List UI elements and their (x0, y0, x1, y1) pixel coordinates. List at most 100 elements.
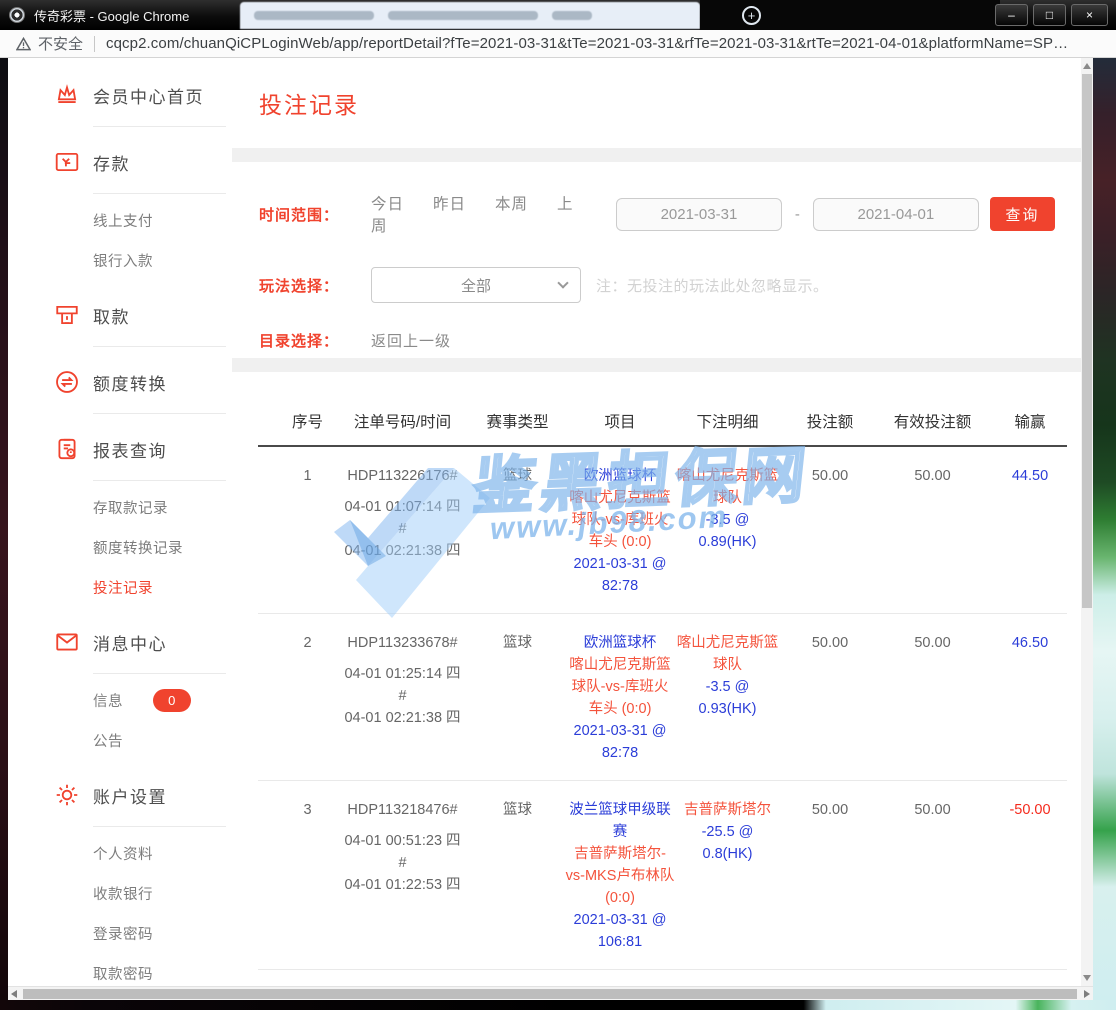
sidebar-item-额度转换[interactable]: 额度转换 (8, 359, 232, 405)
sidebar-group: 额度转换 (8, 359, 232, 414)
window-title: 传奇彩票 - Google Chrome (34, 6, 189, 25)
row-order-number-time: HDP113218476# 04-01 00:51:23 四#04-01 01:2… (335, 799, 470, 953)
row-item: 欧洲篮球杯喀山尤尼克斯篮球队-vs-库班火车头 (0:0)2021-03-31 … (565, 465, 675, 597)
quick-range-本周[interactable]: 本周 (495, 196, 528, 213)
horizontal-scrollbar[interactable] (8, 986, 1093, 1000)
table-row: 2HDP113233678#04-01 01:25:14 四#04-01 02:… (258, 614, 1067, 781)
minimize-button[interactable]: – (995, 4, 1028, 26)
row-bet-amount: 50.00 (780, 465, 880, 597)
item-line: 喀山尤尼克斯篮球队-vs-库班火车头 (0:0) (565, 654, 675, 720)
sidebar-subitem-存取款记录[interactable]: 存取款记录 (8, 487, 232, 527)
play-select-row: 玩法选择： 全部 注：无投注的玩法此处忽略显示。 (259, 267, 1055, 303)
play-select-dropdown[interactable]: 全部 (371, 267, 581, 303)
sidebar-subitem-银行入款[interactable]: 银行入款 (8, 240, 232, 280)
sidebar-subitem-信息[interactable]: 信息0 (8, 680, 232, 720)
row-win-loss: 46.50 (985, 632, 1075, 764)
scroll-down-arrow-icon[interactable] (1083, 975, 1091, 981)
sidebar-subitem-公告[interactable]: 公告 (8, 720, 232, 760)
item-line[interactable]: 2021-03-31 @ 82:78 (565, 553, 675, 597)
sidebar-subitem-个人资料[interactable]: 个人资料 (8, 833, 232, 873)
order-line: 04-01 02:21:38 四 (335, 540, 470, 562)
address-bar[interactable]: 不安全 cqcp2.com/chuanQiCPLoginWeb/app/repo… (0, 30, 1116, 58)
item-line[interactable]: 欧洲篮球杯 (565, 632, 675, 654)
horizontal-scrollbar-thumb[interactable] (23, 989, 1077, 999)
row-win-loss: 44.50 (985, 465, 1075, 597)
sidebar-subitem-投注记录[interactable]: 投注记录 (8, 567, 232, 607)
row-seq: 2 (280, 632, 335, 764)
sidebar: 会员中心首页存款线上支付银行入款取款额度转换报表查询存取款记录额度转换记录投注记… (8, 58, 232, 986)
maximize-button[interactable]: □ (1033, 4, 1066, 26)
sidebar-item-label: 取款 (93, 303, 130, 328)
sidebar-item-消息中心[interactable]: 消息中心 (8, 619, 232, 665)
date-from-input[interactable]: 2021-03-31 (616, 198, 782, 231)
row-bet-amount: 50.00 (780, 632, 880, 764)
query-button[interactable]: 查询 (990, 197, 1055, 231)
panel-gap (232, 148, 1081, 162)
row-sport-type: 篮球 (470, 632, 565, 764)
sidebar-subitem-额度转换记录[interactable]: 额度转换记录 (8, 527, 232, 567)
sidebar-item-会员中心首页[interactable]: 会员中心首页 (8, 72, 232, 118)
item-line[interactable]: 欧洲篮球杯 (565, 465, 675, 487)
url-text[interactable]: cqcp2.com/chuanQiCPLoginWeb/app/reportDe… (106, 35, 1068, 52)
order-line: 04-01 00:51:23 四 (335, 830, 470, 852)
scroll-right-arrow-icon[interactable] (1084, 990, 1090, 998)
time-range-row: 时间范围： 今日昨日本周上周 2021-03-31 - 2021-04-01 查… (259, 192, 1055, 236)
row-win-loss: -50.00 (985, 799, 1075, 953)
directory-row: 目录选择： 返回上一级 (259, 330, 1055, 351)
sidebar-group: 取款 (8, 292, 232, 347)
order-line: 04-01 01:22:53 四 (335, 874, 470, 896)
scroll-up-arrow-icon[interactable] (1083, 63, 1091, 69)
filter-panel: 时间范围： 今日昨日本周上周 2021-03-31 - 2021-04-01 查… (232, 162, 1081, 358)
sidebar-subitem-收款银行[interactable]: 收款银行 (8, 873, 232, 913)
column-header: 序号 (280, 410, 335, 432)
date-to-input[interactable]: 2021-04-01 (813, 198, 979, 231)
item-line[interactable]: 2021-03-31 @ 82:78 (565, 720, 675, 764)
close-button[interactable]: × (1071, 4, 1108, 26)
play-select-label: 玩法选择： (259, 275, 371, 296)
order-line: # (335, 852, 470, 874)
vertical-scrollbar[interactable] (1081, 58, 1093, 986)
sidebar-divider (93, 346, 226, 347)
sidebar-subitem-登录密码[interactable]: 登录密码 (8, 913, 232, 953)
background-window-strip: + (700, 0, 1000, 30)
deposit-icon (54, 149, 80, 175)
vertical-scrollbar-thumb[interactable] (1082, 74, 1092, 608)
background-window-bottom-edge (0, 1000, 1116, 1010)
row-order-number-time: HDP113233678#04-01 01:25:14 四#04-01 02:2… (335, 632, 470, 764)
column-header: 下注明细 (675, 410, 780, 432)
row-sport-type: 篮球 (470, 799, 565, 953)
sidebar-item-label: 会员中心首页 (93, 83, 204, 108)
message-count-badge: 0 (153, 689, 191, 712)
sidebar-item-报表查询[interactable]: 报表查询 (8, 426, 232, 472)
column-header: 输赢 (985, 410, 1075, 432)
scroll-left-arrow-icon[interactable] (11, 990, 17, 998)
sidebar-subitem-线上支付[interactable]: 线上支付 (8, 200, 232, 240)
order-line: HDP113226176# (335, 465, 470, 487)
item-line[interactable]: 2021-03-31 @ 106:81 (565, 909, 675, 953)
row-bet-detail: 喀山尤尼克斯篮球队-3.5 @ 0.93(HK) (675, 632, 780, 764)
quick-range-今日[interactable]: 今日 (371, 196, 404, 213)
back-up-level-link[interactable]: 返回上一级 (371, 330, 451, 351)
play-select-note: 注：无投注的玩法此处忽略显示。 (596, 275, 829, 296)
quick-range-昨日[interactable]: 昨日 (433, 196, 466, 213)
main-content: 投注记录 时间范围： 今日昨日本周上周 2021-03-31 - 2021-04… (232, 58, 1081, 986)
sidebar-subitem-label: 投注记录 (93, 577, 153, 598)
order-line: HDP113218476# (335, 799, 470, 821)
sidebar-item-账户设置[interactable]: 账户设置 (8, 772, 232, 818)
detail-line: 吉普萨斯塔尔 (675, 799, 780, 821)
sidebar-subitem-取款密码[interactable]: 取款密码 (8, 953, 232, 986)
settings-icon (54, 782, 80, 808)
row-valid-bet-amount: 50.00 (880, 632, 985, 764)
detail-line[interactable]: -25.5 @ 0.8(HK) (675, 821, 780, 865)
panel-gap (232, 358, 1081, 372)
row-order-number-time: HDP113226176#04-01 01:07:14 四#04-01 02:2… (335, 465, 470, 597)
sidebar-group: 存款线上支付银行入款 (8, 139, 232, 280)
sidebar-divider (93, 480, 226, 481)
time-range-label: 时间范围： (259, 204, 371, 225)
sidebar-item-取款[interactable]: 取款 (8, 292, 232, 338)
sidebar-item-存款[interactable]: 存款 (8, 139, 232, 185)
play-selected-value: 全部 (461, 275, 491, 296)
detail-line[interactable]: -3.5 @ 0.93(HK) (675, 676, 780, 720)
detail-line[interactable]: -3.5 @ 0.89(HK) (675, 509, 780, 553)
item-line[interactable]: 波兰篮球甲级联赛 (565, 799, 675, 843)
